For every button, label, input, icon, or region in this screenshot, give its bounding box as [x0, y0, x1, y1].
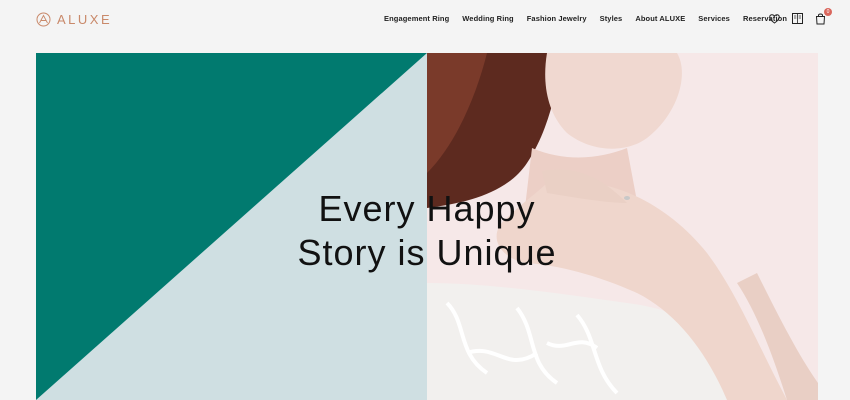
catalog-button[interactable]	[791, 12, 804, 25]
site-header: ALUXE Engagement Ring Wedding Ring Fashi…	[0, 0, 850, 40]
hero-photo	[427, 53, 818, 400]
book-icon	[792, 13, 803, 24]
wishlist-button[interactable]	[768, 12, 781, 25]
nav-about[interactable]: About ALUXE	[635, 14, 685, 23]
nav-services[interactable]: Services	[698, 14, 730, 23]
heart-icon	[769, 14, 780, 24]
logo-icon	[36, 12, 51, 27]
header-icons: 0	[768, 8, 832, 25]
model-photo-image	[427, 53, 818, 400]
nav-engagement-ring[interactable]: Engagement Ring	[384, 14, 449, 23]
hero-geometric-panel	[36, 53, 427, 400]
nav-styles[interactable]: Styles	[600, 14, 623, 23]
cart-count-badge: 0	[824, 8, 832, 16]
brand-name: ALUXE	[57, 12, 113, 27]
main-nav: Engagement Ring Wedding Ring Fashion Jew…	[384, 14, 787, 23]
brand-logo[interactable]: ALUXE	[36, 12, 112, 27]
hero-banner[interactable]: Every Happy Story is Unique	[36, 53, 818, 400]
cart-button[interactable]: 0	[814, 8, 832, 25]
nav-fashion-jewelry[interactable]: Fashion Jewelry	[527, 14, 587, 23]
nav-wedding-ring[interactable]: Wedding Ring	[462, 14, 513, 23]
